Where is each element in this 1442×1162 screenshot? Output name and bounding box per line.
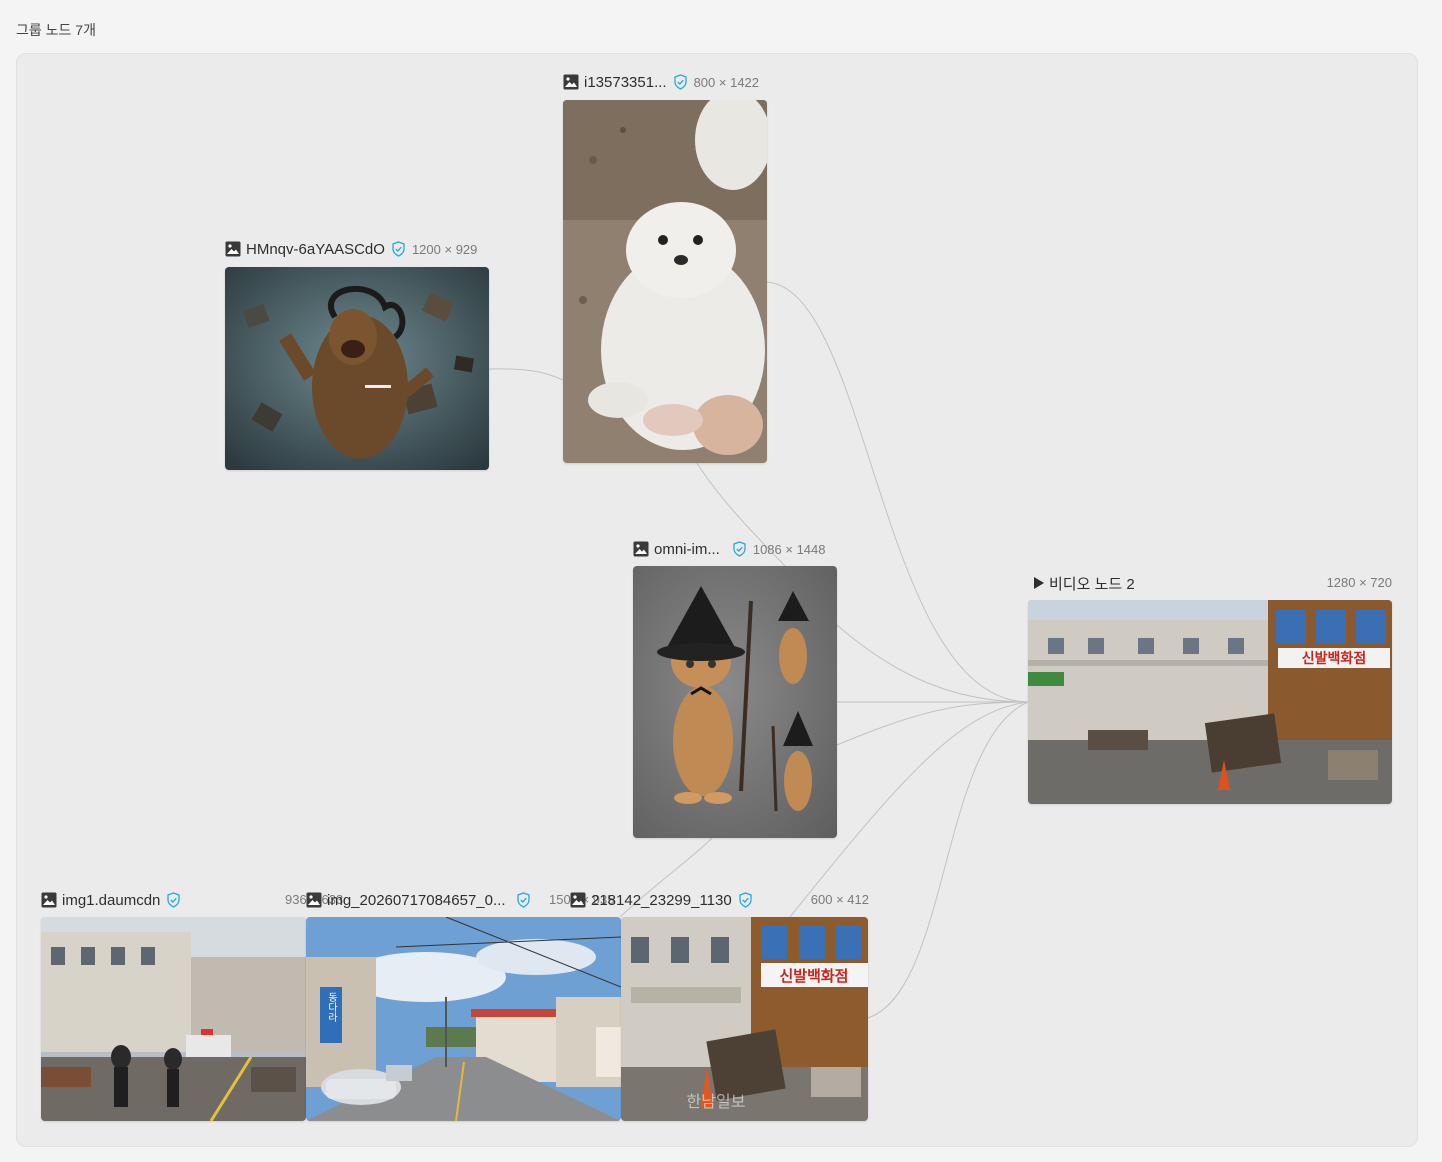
node-dimensions: 800 × 1422 <box>693 74 760 90</box>
image-icon <box>41 892 57 908</box>
cat-thumbnail[interactable] <box>633 566 837 838</box>
video-sign-text: 신발백화점 <box>1302 650 1366 667</box>
node-dimensions: 1280 × 720 <box>1326 575 1392 590</box>
street-disaster-thumbnail[interactable] <box>41 917 306 1121</box>
shield-check-icon <box>166 892 181 908</box>
shield-check-icon <box>516 892 531 908</box>
shield-check-icon <box>738 892 753 908</box>
node-name: img1.daumcdn <box>62 891 161 909</box>
road-sign-text: 동다라 <box>326 992 338 1023</box>
video-thumbnail[interactable]: 신발백화점 <box>1028 600 1392 804</box>
node-dimensions: 1200 × 929 <box>411 241 478 257</box>
video-node[interactable]: 비디오 노드 2 1280 × 720 신발백화점 <box>1028 571 1392 804</box>
shop-ruins-thumbnail[interactable]: 신발백화점 한남일보 <box>621 917 868 1121</box>
image-icon <box>306 892 322 908</box>
image-icon <box>570 892 586 908</box>
image-node-cat[interactable]: omni-im... 1086 × 1448 <box>633 537 838 839</box>
predator-thumbnail[interactable] <box>225 267 489 470</box>
image-icon <box>633 541 649 557</box>
node-header: HMnqv-6aYAASCdO 1200 × 929 <box>225 237 490 261</box>
node-name: HMnqv-6aYAASCdO <box>246 240 385 258</box>
node-header: 비디오 노드 2 1280 × 720 <box>1028 571 1392 595</box>
node-name: 218142_23299_1130 <box>591 891 732 909</box>
image-node-puppy[interactable]: i13573351... 800 × 1422 <box>563 70 768 464</box>
shield-check-icon <box>732 541 747 557</box>
image-node-street-disaster[interactable]: img1.daumcdn 936 × 633 <box>41 888 343 1121</box>
node-name: img_20260717084657_0... <box>327 891 506 909</box>
group-title: 그룹 노드 7개 <box>16 22 96 38</box>
image-node-shop-ruins[interactable]: 218142_23299_1130 600 × 412 신발백화점 한남일보 <box>570 888 869 1121</box>
image-icon <box>563 74 579 90</box>
puppy-thumbnail[interactable] <box>563 100 767 463</box>
watermark-text: 한남일보 <box>687 1092 746 1111</box>
node-dimensions: 1086 × 1448 <box>752 541 826 557</box>
node-header: i13573351... 800 × 1422 <box>563 70 768 94</box>
node-name: i13573351... <box>584 73 667 91</box>
shop-sign-text: 신발백화점 <box>779 967 848 985</box>
node-name: omni-im... <box>654 540 720 558</box>
node-header: 218142_23299_1130 600 × 412 <box>570 888 869 912</box>
node-header: img1.daumcdn 936 × 633 <box>41 888 343 912</box>
image-node-predator[interactable]: HMnqv-6aYAASCdO 1200 × 929 <box>225 237 490 471</box>
node-name: 비디오 노드 2 <box>1049 575 1135 593</box>
play-icon <box>1031 575 1044 591</box>
node-header: omni-im... 1086 × 1448 <box>633 537 838 561</box>
image-icon <box>225 241 241 257</box>
shield-check-icon <box>391 241 406 257</box>
shield-check-icon <box>673 74 688 90</box>
node-dimensions: 600 × 412 <box>810 892 869 907</box>
